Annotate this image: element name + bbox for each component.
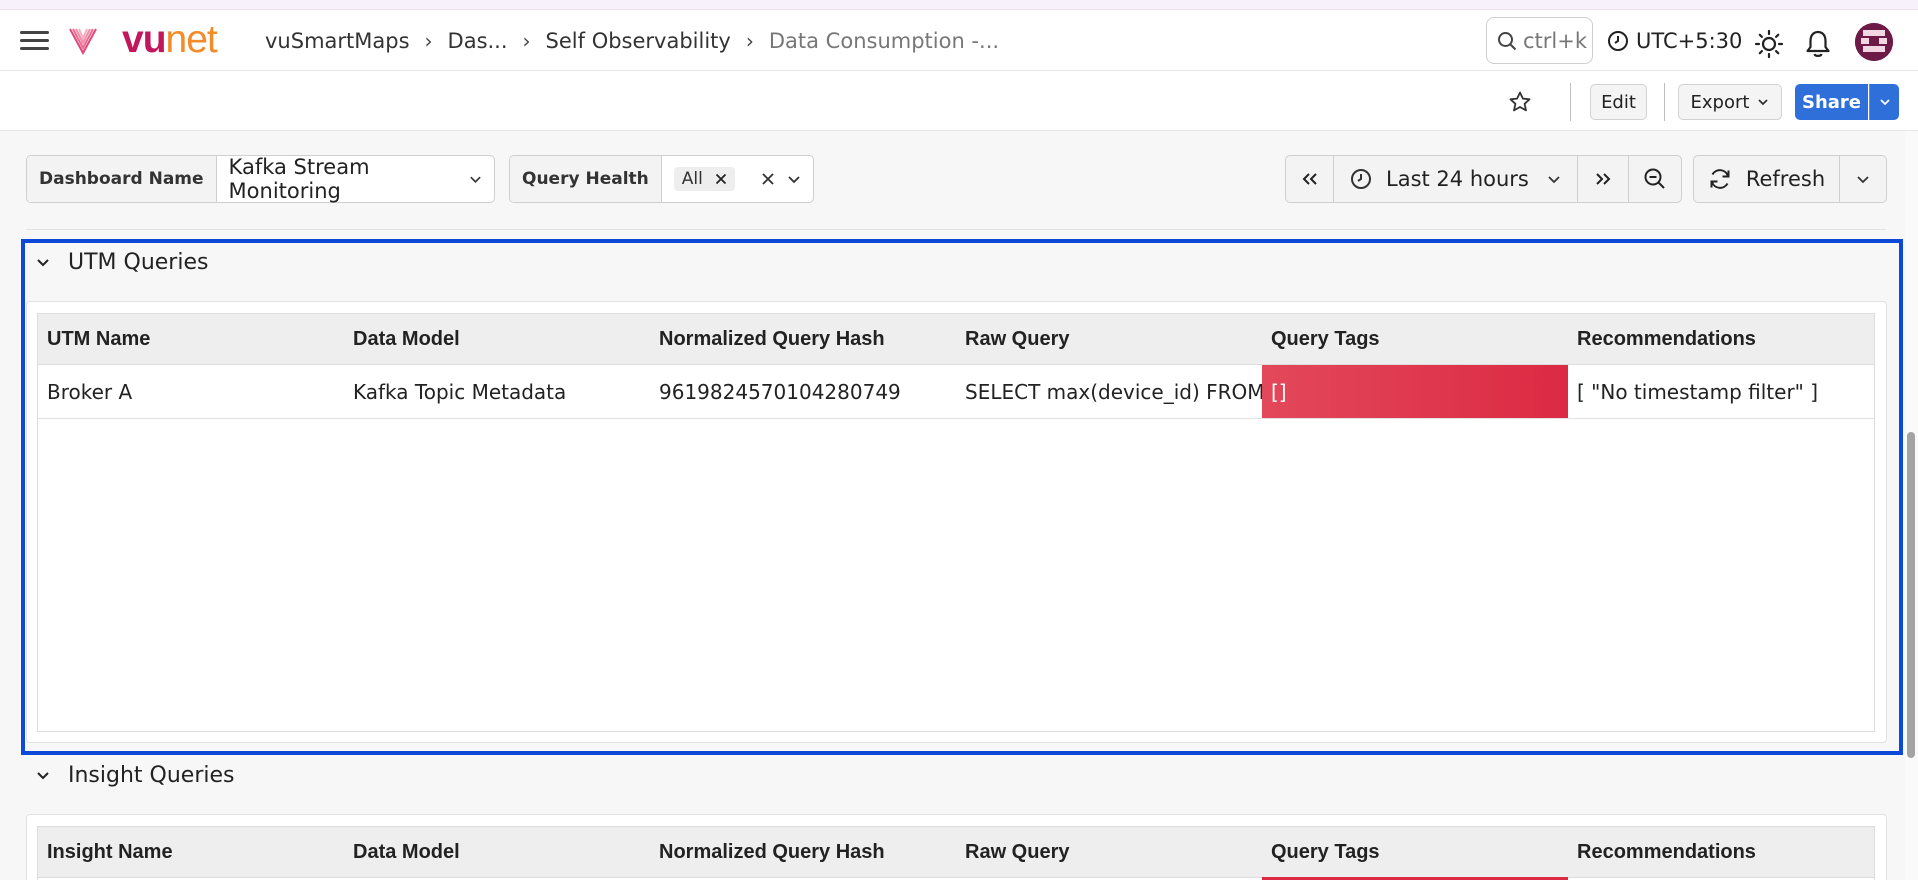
dashboard-name-filter[interactable]: Dashboard Name Kafka Stream Monitoring — [26, 155, 495, 203]
export-button[interactable]: Export — [1678, 84, 1782, 120]
utm-queries-table: UTM Name Data Model Normalized Query Has… — [37, 313, 1875, 732]
timezone-label: UTC+5:30 — [1636, 29, 1743, 53]
query-health-select[interactable]: All — [662, 156, 813, 202]
chevron-down-icon — [1857, 175, 1869, 183]
cell-raw-query: SELECT max(device_id) FROM v — [965, 379, 1262, 404]
search-placeholder: ctrl+k — [1523, 28, 1588, 53]
scrollbar-thumb[interactable] — [1907, 432, 1915, 758]
selected-chip: All — [673, 167, 735, 191]
export-label: Export — [1690, 91, 1750, 113]
cell-query-hash: 9619824570104280749 — [659, 379, 901, 404]
divider — [26, 229, 1886, 230]
insight-queries-table: Insight Name Data Model Normalized Query… — [37, 826, 1875, 880]
column-header[interactable]: Query Tags — [1262, 827, 1568, 877]
table-header: Insight Name Data Model Normalized Query… — [38, 827, 1874, 878]
utm-queries-panel-header[interactable]: UTM Queries — [36, 250, 208, 275]
panel-title: UTM Queries — [68, 250, 209, 275]
query-health-filter[interactable]: Query Health All — [509, 155, 814, 203]
divider — [1664, 83, 1665, 121]
chevron-down-icon — [37, 259, 49, 267]
avatar-icon[interactable] — [1855, 23, 1893, 61]
filter-label: Query Health — [510, 156, 662, 202]
search-icon — [1498, 31, 1517, 50]
top-navigation-bar: vunet vuSmartMaps › Das... › Self Observ… — [0, 10, 1918, 71]
chip-label: All — [681, 169, 703, 189]
breadcrumb-item-current: Data Consumption -... — [768, 29, 1000, 53]
cell-data-model: Kafka Topic Metadata — [353, 379, 567, 404]
refresh-label: Refresh — [1745, 167, 1826, 191]
double-chevron-left-icon[interactable] — [1286, 156, 1334, 202]
zoom-out-icon[interactable] — [1629, 156, 1681, 202]
timezone-selector[interactable]: UTC+5:30 — [1607, 27, 1742, 55]
vunet-logo-text[interactable]: vunet — [122, 18, 218, 61]
breadcrumb-item-dashboards[interactable]: Das... — [448, 29, 508, 53]
insight-queries-panel-header[interactable]: Insight Queries — [36, 763, 234, 788]
chevron-down-icon — [1548, 175, 1560, 183]
chevron-down-icon — [1758, 99, 1769, 106]
column-header[interactable]: Data Model — [344, 314, 650, 364]
chevron-down-icon — [470, 176, 481, 183]
breadcrumb: vuSmartMaps › Das... › Self Observabilit… — [265, 28, 999, 54]
cell-query-tags: [] — [1262, 365, 1568, 418]
brand-vu: vu — [122, 18, 167, 61]
breadcrumb-item-self-observability[interactable]: Self Observability — [546, 29, 731, 53]
column-header[interactable]: Recommendations — [1568, 827, 1874, 877]
panel-title: Insight Queries — [68, 763, 235, 788]
chevron-right-icon: › — [745, 29, 754, 53]
chevron-down-icon[interactable] — [787, 175, 801, 184]
clock-icon — [1608, 31, 1628, 51]
column-header[interactable]: UTM Name — [38, 314, 344, 364]
chevron-down-icon — [1879, 99, 1890, 106]
close-icon[interactable] — [761, 172, 775, 186]
column-header[interactable]: Recommendations — [1568, 314, 1874, 364]
vunet-logo-icon — [69, 28, 97, 56]
clock-icon — [1351, 169, 1371, 189]
dashboard-action-bar: Edit Export Share — [0, 71, 1918, 131]
dashboard-name-select[interactable]: Kafka Stream Monitoring — [217, 155, 494, 203]
column-header[interactable]: Raw Query — [956, 827, 1262, 877]
selected-value: Kafka Stream Monitoring — [228, 155, 370, 203]
refresh-button[interactable]: Refresh — [1694, 156, 1840, 202]
cell-utm-name: Broker A — [47, 379, 133, 404]
cell-recommendations: [ "No timestamp filter" ] — [1577, 379, 1819, 404]
breadcrumb-item-vusmartmaps[interactable]: vuSmartMaps — [265, 29, 410, 53]
sun-icon[interactable] — [1752, 27, 1786, 61]
top-accent-strip — [0, 0, 1918, 10]
chevron-down-icon — [37, 772, 49, 780]
refresh-interval-dropdown[interactable] — [1840, 156, 1886, 202]
bell-icon[interactable] — [1801, 27, 1835, 61]
close-icon[interactable] — [715, 173, 727, 185]
table-header: UTM Name Data Model Normalized Query Has… — [38, 314, 1874, 365]
divider — [1570, 83, 1571, 121]
column-header[interactable]: Normalized Query Hash — [650, 827, 956, 877]
edit-button[interactable]: Edit — [1590, 84, 1647, 120]
share-button[interactable]: Share — [1795, 84, 1868, 120]
time-range-label: Last 24 hours — [1386, 167, 1529, 191]
table-row[interactable]: Broker A Kafka Topic Metadata 9619824570… — [38, 365, 1874, 419]
time-range-select[interactable]: Last 24 hours — [1334, 156, 1578, 202]
refresh-control: Refresh — [1693, 155, 1887, 203]
chevron-right-icon: › — [424, 29, 433, 53]
column-header[interactable]: Query Tags — [1262, 314, 1568, 364]
search-input[interactable]: ctrl+k — [1486, 17, 1593, 64]
double-chevron-right-icon[interactable] — [1578, 156, 1629, 202]
column-header[interactable]: Raw Query — [956, 314, 1262, 364]
refresh-icon — [1710, 169, 1730, 189]
brand-net: net — [165, 18, 218, 61]
chevron-right-icon: › — [522, 29, 531, 53]
share-options-button[interactable] — [1869, 84, 1899, 120]
column-header[interactable]: Insight Name — [38, 827, 344, 877]
menu-icon[interactable] — [20, 31, 49, 51]
star-icon[interactable] — [1504, 86, 1536, 118]
column-header[interactable]: Normalized Query Hash — [650, 314, 956, 364]
column-header[interactable]: Data Model — [344, 827, 650, 877]
filter-label: Dashboard Name — [27, 156, 217, 202]
time-picker: Last 24 hours — [1285, 155, 1682, 203]
